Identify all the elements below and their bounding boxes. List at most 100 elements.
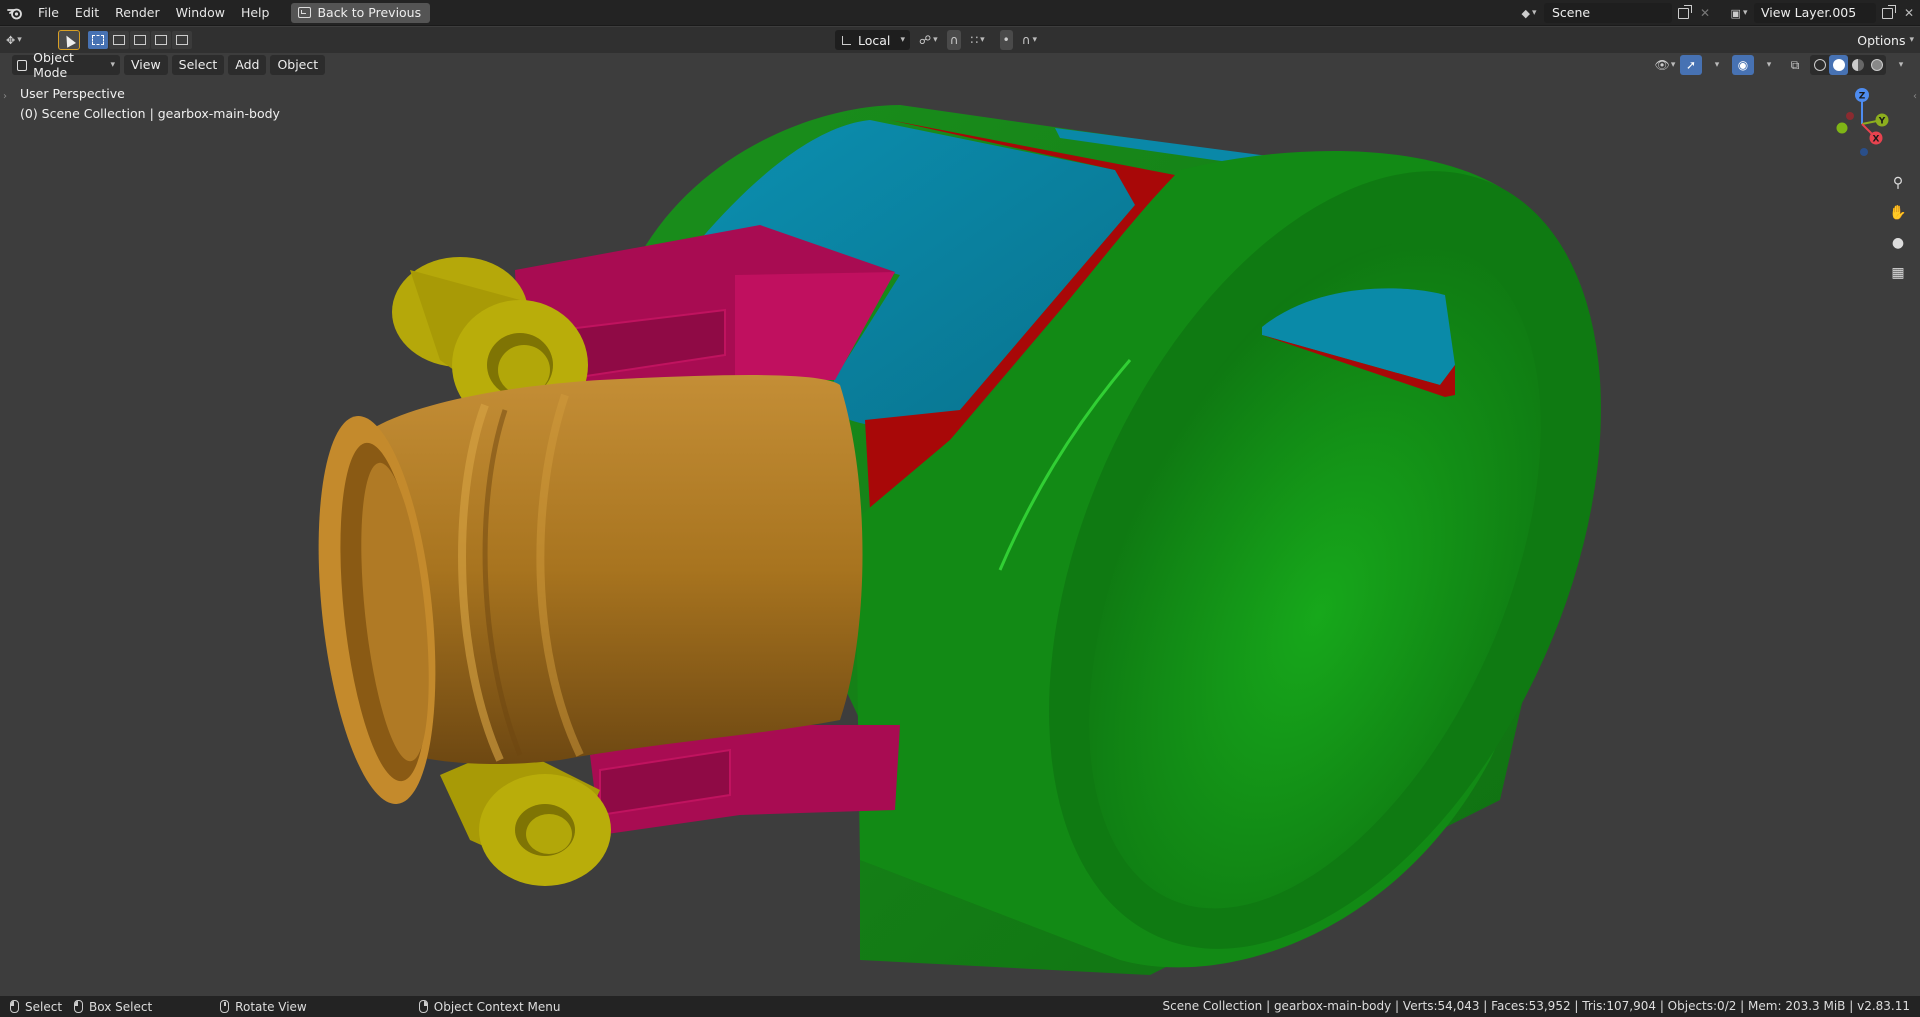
overlays-dropdown[interactable]: ▾ bbox=[1758, 55, 1780, 75]
orientation-label: Local bbox=[858, 32, 891, 48]
y-axis-label: Y bbox=[1878, 117, 1886, 127]
selection-mode-group bbox=[88, 31, 192, 49]
menu-window[interactable]: Window bbox=[168, 0, 233, 26]
snap-grid-icon: ∷ bbox=[970, 33, 979, 47]
wireframe-sphere-icon bbox=[1813, 59, 1826, 71]
select-subtract-button[interactable] bbox=[130, 31, 150, 49]
mouse-drag-icon bbox=[74, 1000, 84, 1013]
menu-add[interactable]: Add bbox=[228, 55, 267, 75]
menu-select[interactable]: Select bbox=[171, 55, 225, 75]
navigation-gizmo[interactable]: Z Y X bbox=[1824, 86, 1900, 162]
back-to-previous-label: Back to Previous bbox=[317, 5, 422, 20]
status-box-select-label: Box Select bbox=[89, 999, 153, 1014]
close-icon: ✕ bbox=[1903, 6, 1915, 20]
sidebar-expand-icon[interactable]: ‹ bbox=[1913, 91, 1917, 102]
chevron-down-icon: ▾ bbox=[1032, 35, 1038, 45]
proportional-editing-toggle[interactable]: • bbox=[999, 30, 1013, 50]
chevron-down-icon: ▾ bbox=[1909, 35, 1914, 45]
select-invert-button[interactable] bbox=[151, 31, 171, 49]
gizmo-toggle[interactable]: ➚ bbox=[1680, 55, 1702, 75]
shading-rendered-button[interactable] bbox=[1867, 55, 1886, 75]
scene-browse-button[interactable]: ◆ ▾ bbox=[1514, 3, 1544, 23]
visibility-dropdown[interactable]: 👁 ▾ bbox=[1654, 55, 1676, 75]
chevron-down-icon: ▾ bbox=[1898, 60, 1904, 70]
view-perspective-label: User Perspective bbox=[20, 86, 125, 101]
falloff-curve-icon: ∩ bbox=[1021, 33, 1031, 47]
chevron-down-icon: ▾ bbox=[1742, 8, 1748, 18]
select-subtract-icon bbox=[134, 35, 146, 45]
snap-toggle[interactable]: ∩ bbox=[946, 30, 962, 50]
menu-edit[interactable]: Edit bbox=[67, 0, 107, 26]
xray-toggle[interactable]: ⧉ bbox=[1784, 55, 1806, 75]
select-invert-icon bbox=[155, 35, 167, 45]
pan-view-button[interactable]: ✋ bbox=[1886, 201, 1910, 225]
chevron-down-icon: ▾ bbox=[980, 35, 985, 45]
cursor-icon bbox=[62, 32, 76, 48]
pivot-link-icon: ☍ bbox=[919, 33, 932, 47]
status-select-hint: Select bbox=[10, 1000, 62, 1014]
mouse-middle-icon bbox=[220, 1000, 230, 1013]
blender-logo-icon[interactable] bbox=[0, 0, 30, 26]
select-intersect-button[interactable] bbox=[172, 31, 192, 49]
x-axis-label: X bbox=[1873, 135, 1880, 145]
orthographic-toggle-button[interactable]: ▦ bbox=[1886, 261, 1910, 285]
new-view-layer-button[interactable] bbox=[1876, 3, 1898, 23]
view-layer-name-field[interactable]: View Layer.005 bbox=[1754, 3, 1876, 23]
camera-view-button[interactable]: ● bbox=[1886, 231, 1910, 255]
options-dropdown[interactable]: Options ▾ bbox=[1851, 30, 1920, 50]
mouse-right-icon bbox=[418, 1000, 428, 1013]
flange-tube-body bbox=[370, 375, 863, 765]
back-to-previous-button[interactable]: Back to Previous bbox=[291, 2, 431, 23]
close-icon: ✕ bbox=[1699, 6, 1711, 20]
shading-wireframe-button[interactable] bbox=[1810, 55, 1829, 75]
material-sphere-icon bbox=[1851, 59, 1864, 71]
neg-x-axis-icon[interactable] bbox=[1846, 112, 1854, 120]
3d-viewport[interactable]: Object Mode ▾ View Select Add Object 👁 ▾ … bbox=[0, 53, 1920, 996]
orientation-axes-icon bbox=[840, 34, 852, 46]
gearbox-model[interactable] bbox=[0, 53, 1920, 996]
select-intersect-icon bbox=[176, 35, 188, 45]
menu-view[interactable]: View bbox=[124, 55, 168, 75]
neg-y-axis-icon[interactable] bbox=[1836, 122, 1848, 134]
scene-icon: ◆ bbox=[1521, 6, 1530, 20]
shading-mode-group bbox=[1810, 55, 1886, 75]
select-extend-icon bbox=[113, 35, 125, 45]
duplicate-icon bbox=[1881, 4, 1896, 19]
z-axis-label: Z bbox=[1859, 92, 1866, 102]
zoom-view-button[interactable]: ⚲ bbox=[1886, 171, 1910, 195]
scene-name-field[interactable]: Scene bbox=[1544, 3, 1672, 23]
screen-back-icon bbox=[298, 7, 312, 18]
pivot-point-dropdown[interactable]: ☍ ▾ bbox=[916, 30, 941, 50]
editor-type-button[interactable]: ✥ ▾ bbox=[6, 30, 42, 50]
shading-solid-button[interactable] bbox=[1829, 55, 1848, 75]
gizmo-dropdown[interactable]: ▾ bbox=[1706, 55, 1728, 75]
view-layer-browse-button[interactable]: ▣ ▾ bbox=[1724, 3, 1754, 23]
overlays-icon: ◉ bbox=[1737, 58, 1749, 72]
neg-z-axis-icon[interactable] bbox=[1860, 148, 1868, 156]
collection-info-label: (0) Scene Collection | gearbox-main-body bbox=[20, 106, 280, 121]
transform-orientation-dropdown[interactable]: Local ▾ bbox=[835, 30, 910, 50]
interaction-mode-dropdown[interactable]: Object Mode ▾ bbox=[12, 53, 120, 80]
shading-material-button[interactable] bbox=[1848, 55, 1867, 75]
proportional-falloff-dropdown[interactable]: ∩ ▾ bbox=[1019, 30, 1040, 50]
new-scene-button[interactable] bbox=[1672, 3, 1694, 23]
overlays-toggle[interactable]: ◉ bbox=[1732, 55, 1754, 75]
viewport-header: Object Mode ▾ View Select Add Object 👁 ▾ … bbox=[0, 53, 1920, 80]
select-new-button[interactable] bbox=[88, 31, 108, 49]
snap-target-dropdown[interactable]: ∷ ▾ bbox=[967, 30, 987, 50]
select-tool-button[interactable] bbox=[58, 30, 80, 50]
menu-file[interactable]: File bbox=[30, 0, 67, 26]
chevron-down-icon: ▾ bbox=[1766, 60, 1772, 70]
menu-object[interactable]: Object bbox=[270, 55, 326, 75]
toolbar-expand-icon[interactable]: › bbox=[3, 91, 7, 102]
select-new-icon bbox=[92, 35, 104, 45]
delete-scene-button[interactable]: ✕ bbox=[1694, 3, 1716, 23]
object-mode-icon bbox=[17, 59, 28, 71]
menu-render[interactable]: Render bbox=[107, 0, 168, 26]
shading-dropdown[interactable]: ▾ bbox=[1890, 55, 1912, 75]
delete-view-layer-button[interactable]: ✕ bbox=[1898, 3, 1920, 23]
menu-help[interactable]: Help bbox=[233, 0, 278, 26]
select-extend-button[interactable] bbox=[109, 31, 129, 49]
xray-icon: ⧉ bbox=[1790, 57, 1800, 72]
options-label: Options bbox=[1857, 32, 1906, 48]
